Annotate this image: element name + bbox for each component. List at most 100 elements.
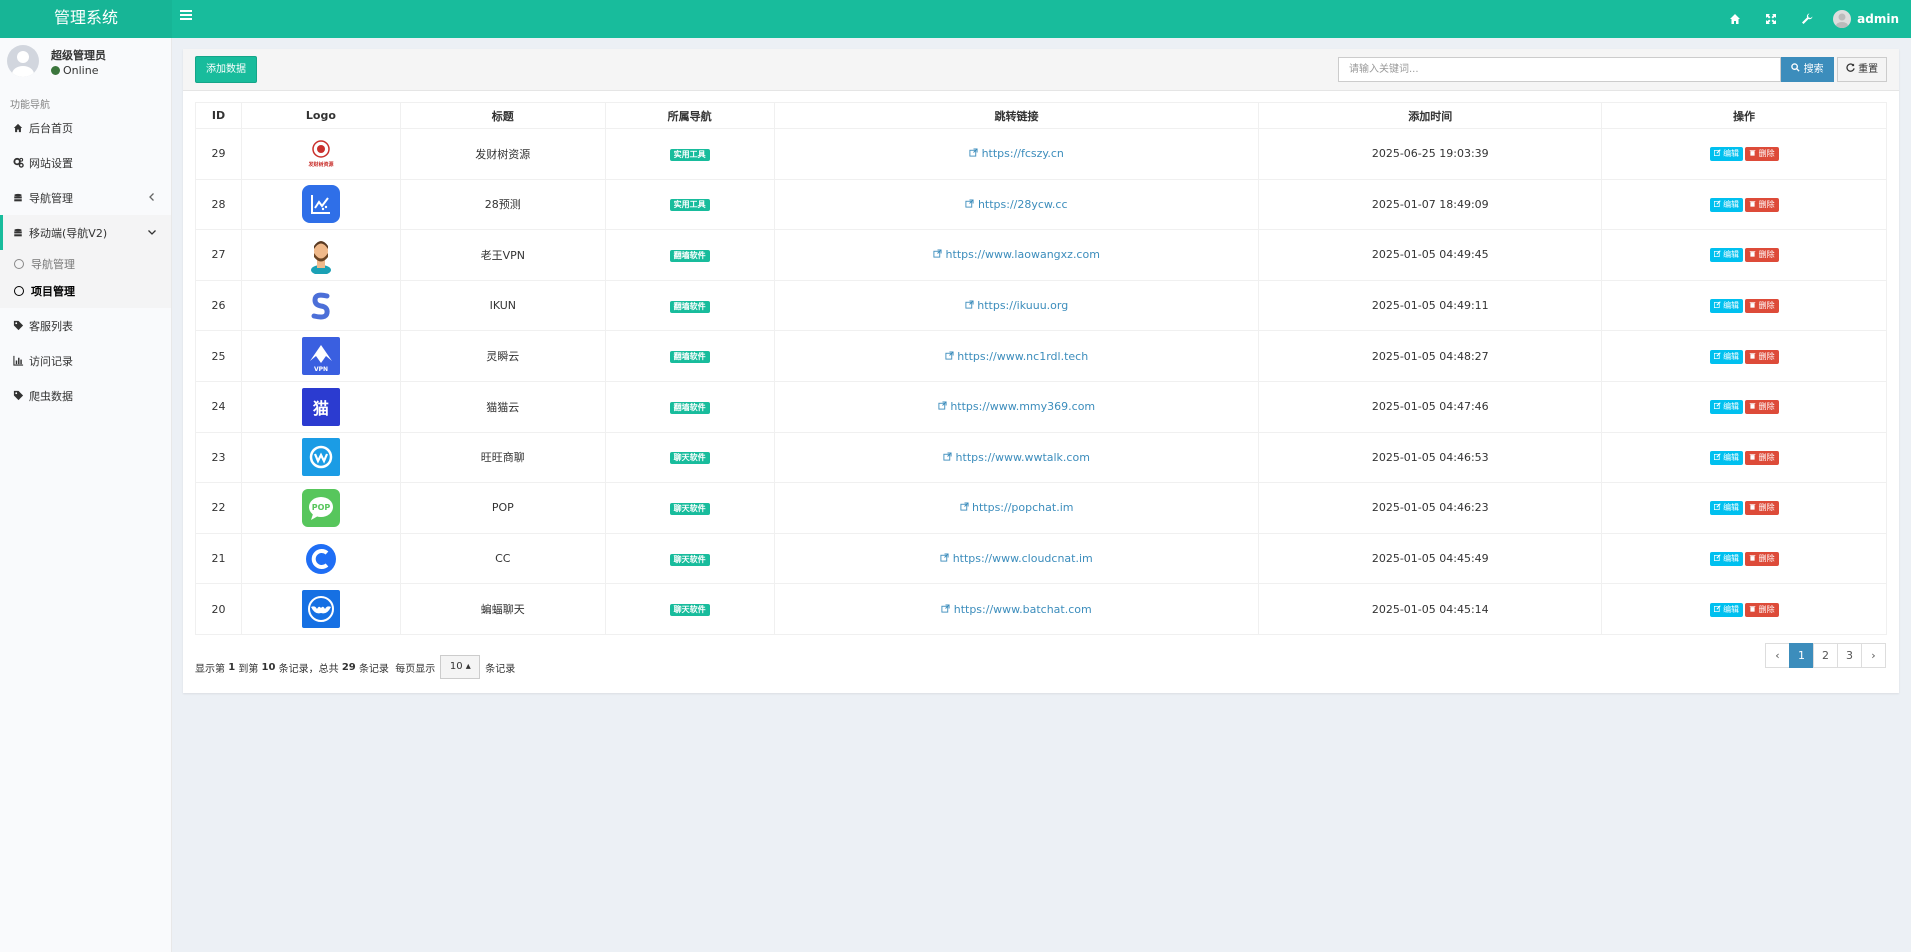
- url-link[interactable]: https://www.nc1rdl.tech: [945, 350, 1088, 363]
- delete-button[interactable]: 删除: [1745, 147, 1779, 162]
- batchat-logo-icon: [301, 590, 340, 629]
- page-2-button[interactable]: 2: [1813, 643, 1838, 668]
- wrench-icon[interactable]: [1789, 0, 1825, 38]
- brand-logo[interactable]: 管理系统: [0, 0, 172, 38]
- url-link[interactable]: https://www.laowangxz.com: [933, 248, 1100, 261]
- cell-actions: 编辑 删除: [1601, 279, 1887, 332]
- cell-nav: 翻墙软件: [604, 229, 775, 281]
- search-button[interactable]: 搜索: [1781, 57, 1834, 82]
- edit-button[interactable]: 编辑: [1709, 197, 1744, 212]
- cell-actions: 编辑 删除: [1601, 532, 1887, 585]
- trash-icon: [1749, 453, 1756, 460]
- url-link[interactable]: https://28ycw.cc: [965, 198, 1068, 211]
- delete-button[interactable]: 删除: [1745, 349, 1779, 364]
- page-3-button[interactable]: 3: [1837, 643, 1862, 668]
- add-data-button[interactable]: 添加数据: [195, 56, 257, 83]
- page-size-select[interactable]: 10 ▴: [440, 655, 481, 679]
- cell-nav: 翻墙软件: [604, 380, 775, 433]
- sidebar: 超级管理员 Online 功能导航 后台首页 网站设置 导航管理 移动端(导航V…: [0, 38, 172, 952]
- cell-actions: 编辑 删除: [1601, 380, 1887, 433]
- trash-icon: [1749, 352, 1756, 359]
- url-link[interactable]: https://www.batchat.com: [941, 603, 1092, 616]
- top-header: 管理系统 admin: [0, 0, 1911, 38]
- edit-button[interactable]: 编辑: [1709, 299, 1744, 314]
- external-link-icon: [938, 401, 947, 410]
- trash-icon: [1749, 150, 1756, 156]
- cell-id: 29: [195, 128, 242, 180]
- delete-button[interactable]: 删除: [1745, 602, 1779, 617]
- pagination-info: 显示第 1 到第 10 条记录，总共 29 条记录 每页显示 10 ▴ 条记录: [195, 655, 515, 679]
- column-header-actions[interactable]: 操作: [1601, 102, 1887, 129]
- url-link[interactable]: https://www.mmy369.com: [938, 400, 1095, 413]
- delete-button[interactable]: 删除: [1745, 552, 1779, 567]
- column-header-title[interactable]: 标题: [399, 102, 606, 129]
- column-header-url[interactable]: 跳转链接: [773, 102, 1260, 129]
- edit-button[interactable]: 编辑: [1709, 501, 1744, 516]
- table-row: 25 VPN 灵瞬云 翻墙软件 https://www.nc1rdl.tech 2025…: [195, 330, 1887, 382]
- home-icon[interactable]: [1717, 0, 1753, 38]
- sidebar-item-dashboard[interactable]: 后台首页: [0, 110, 171, 145]
- edit-button[interactable]: 编辑: [1709, 349, 1744, 364]
- nav-badge: 聊天软件: [669, 452, 710, 465]
- cell-logo: [240, 229, 401, 281]
- sidebar-subitem-project-manage[interactable]: 项目管理: [0, 277, 171, 304]
- reset-button[interactable]: 重置: [1837, 57, 1887, 82]
- edit-button[interactable]: 编辑: [1709, 602, 1744, 617]
- sidebar-item-nav-manage[interactable]: 导航管理: [0, 180, 171, 215]
- cell-logo: [240, 431, 401, 484]
- delete-button[interactable]: 删除: [1745, 450, 1779, 465]
- page-1-button[interactable]: 1: [1789, 643, 1814, 668]
- wwtalk-logo-icon: [301, 438, 340, 477]
- column-header-id[interactable]: ID: [195, 102, 242, 129]
- cell-title: CC: [399, 532, 606, 585]
- cell-title: 发财树资源: [399, 128, 606, 180]
- delete-button[interactable]: 删除: [1745, 299, 1779, 314]
- edit-button[interactable]: 编辑: [1709, 147, 1744, 162]
- cell-url: https://www.mmy369.com: [773, 380, 1260, 433]
- user-panel: 超级管理员 Online: [0, 38, 171, 84]
- cell-logo: VPN: [240, 330, 401, 382]
- sidebar-item-settings[interactable]: 网站设置: [0, 145, 171, 180]
- delete-button[interactable]: 删除: [1745, 248, 1779, 263]
- user-name: 超级管理员: [51, 49, 106, 62]
- fullscreen-icon[interactable]: [1753, 0, 1789, 38]
- tags-icon: [12, 390, 24, 402]
- page-next-button[interactable]: ›: [1861, 643, 1886, 668]
- page-prev-button[interactable]: ‹: [1765, 643, 1790, 668]
- column-header-time[interactable]: 添加时间: [1258, 102, 1603, 129]
- toolbar: 添加数据 请输入关键词... 搜索 重置: [183, 49, 1899, 91]
- sidebar-item-visit-log[interactable]: 访问记录: [0, 343, 171, 378]
- edit-button[interactable]: 编辑: [1709, 400, 1744, 415]
- cell-url: https://popchat.im: [773, 482, 1260, 534]
- delete-button[interactable]: 删除: [1745, 501, 1779, 516]
- edit-icon: [1713, 453, 1721, 460]
- search-input[interactable]: 请输入关键词...: [1338, 57, 1781, 82]
- edit-button[interactable]: 编辑: [1709, 450, 1744, 465]
- delete-button[interactable]: 删除: [1745, 197, 1779, 212]
- edit-button[interactable]: 编辑: [1709, 552, 1744, 567]
- url-link[interactable]: https://www.cloudcnat.im: [940, 552, 1093, 565]
- nav-badge: 翻墙软件: [669, 401, 710, 414]
- cell-time: 2025-01-05 04:49:45: [1258, 229, 1603, 281]
- sidebar-item-mobile-nav[interactable]: 移动端(导航V2): [0, 215, 171, 250]
- trash-icon: [1749, 605, 1756, 612]
- url-link[interactable]: https://www.wwtalk.com: [943, 451, 1090, 464]
- delete-button[interactable]: 删除: [1745, 400, 1779, 415]
- sidebar-item-crawler-data[interactable]: 爬虫数据: [0, 378, 171, 413]
- column-header-nav[interactable]: 所属导航: [604, 102, 775, 129]
- cell-title: IKUN: [399, 279, 606, 332]
- user-menu[interactable]: admin: [1825, 10, 1911, 28]
- edit-icon: [1713, 604, 1721, 612]
- url-link[interactable]: https://ikuuu.org: [965, 299, 1068, 312]
- column-header-logo[interactable]: Logo: [240, 102, 401, 129]
- table-row: 24 猫 猫猫云 翻墙软件 https://www.mmy369.com 2025-01…: [195, 380, 1887, 433]
- sidebar-subitem-nav-manage[interactable]: 导航管理: [0, 250, 171, 277]
- sidebar-item-service-list[interactable]: 客服列表: [0, 308, 171, 343]
- url-link[interactable]: https://popchat.im: [959, 501, 1073, 514]
- menu-toggle-icon[interactable]: [180, 9, 196, 27]
- url-link[interactable]: https://fcszy.cn: [969, 147, 1064, 160]
- cell-time: 2025-01-05 04:46:53: [1258, 431, 1603, 484]
- cell-url: https://fcszy.cn: [773, 128, 1260, 180]
- ikun-logo-icon: [301, 286, 340, 325]
- edit-button[interactable]: 编辑: [1709, 248, 1744, 263]
